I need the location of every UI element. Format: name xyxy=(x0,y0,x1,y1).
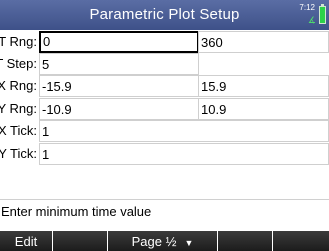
t-step-field[interactable]: 5 xyxy=(39,53,199,75)
y-range-label: Y Rng: xyxy=(0,101,37,116)
t-range-row: T Rng: 0 360 xyxy=(0,31,329,53)
t-step-label: T Step: xyxy=(0,56,37,71)
menu-button-4[interactable] xyxy=(218,231,272,251)
plot-setup-screen: Parametric Plot Setup 7:12 ∡ T Rng: 0 36… xyxy=(0,0,329,251)
page-title: Parametric Plot Setup xyxy=(89,6,240,23)
t-range-max-field[interactable]: 360 xyxy=(198,31,329,53)
x-range-max-field[interactable]: 15.9 xyxy=(198,75,329,97)
t-range-label: T Rng: xyxy=(0,34,37,49)
help-message: Enter minimum time value xyxy=(0,199,329,223)
y-tick-field[interactable]: 1 xyxy=(39,143,329,165)
x-tick-field[interactable]: 1 xyxy=(39,120,329,142)
soft-menu-bar: Edit Page ½ ▼ xyxy=(0,231,329,251)
y-tick-row: Y Tick: 1 xyxy=(0,143,329,165)
page-button[interactable]: Page ½ ▼ xyxy=(108,231,217,251)
t-range-min-field[interactable]: 0 xyxy=(39,31,199,53)
clock-time: 7:12 xyxy=(299,3,315,12)
page-button-label: Page ½ xyxy=(131,234,177,249)
edit-button[interactable]: Edit xyxy=(0,231,52,251)
y-range-row: Y Rng: -10.9 10.9 xyxy=(0,98,329,120)
y-tick-label: Y Tick: xyxy=(0,146,37,161)
x-tick-row: X Tick: 1 xyxy=(0,120,329,142)
battery-icon xyxy=(319,4,326,24)
menu-button-2[interactable] xyxy=(53,231,107,251)
angle-mode-icon: ∡ xyxy=(307,15,316,25)
y-range-min-field[interactable]: -10.9 xyxy=(39,98,199,120)
x-range-min-field[interactable]: -15.9 xyxy=(39,75,199,97)
y-range-max-field[interactable]: 10.9 xyxy=(198,98,329,120)
x-range-row: X Rng: -15.9 15.9 xyxy=(0,75,329,97)
t-step-row: T Step: 5 xyxy=(0,53,329,75)
page-down-arrow-icon: ▼ xyxy=(184,238,194,248)
x-range-label: X Rng: xyxy=(0,78,37,93)
menu-button-5[interactable] xyxy=(273,231,329,251)
x-tick-label: X Tick: xyxy=(0,123,37,138)
title-bar: Parametric Plot Setup 7:12 ∡ xyxy=(0,0,329,30)
